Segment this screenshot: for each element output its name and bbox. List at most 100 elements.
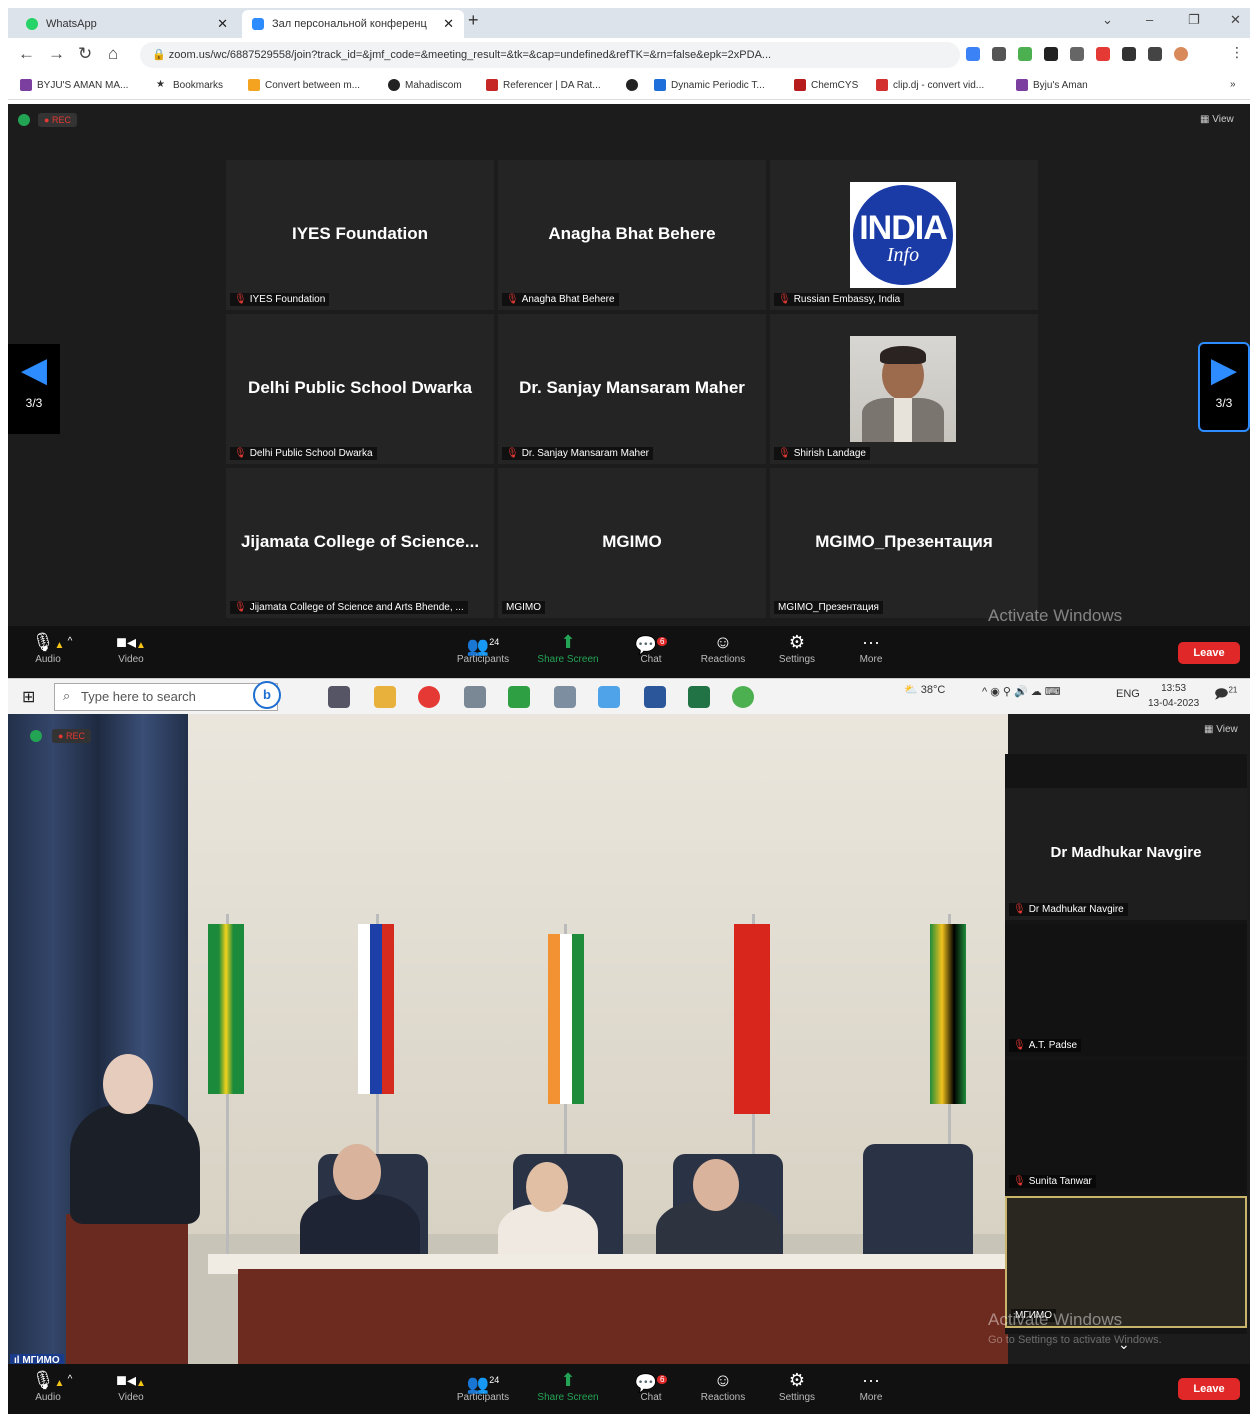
chat-button[interactable]: 💬 6 Chat (616, 630, 686, 665)
kebab-menu-icon[interactable]: ⋮ (1230, 44, 1244, 61)
video-tile[interactable]: MGIMO MGIMO (498, 468, 766, 618)
reactions-button[interactable]: ☺ Reactions (688, 630, 758, 665)
video-tile[interactable]: IYES Foundation 🎙 IYES Foundation (226, 160, 494, 310)
back-icon[interactable]: ← (18, 44, 35, 64)
video-tile[interactable]: 🎙 Sunita Tanwar (1005, 1060, 1247, 1192)
video-tile[interactable]: Jijamata College of Science... 🎙 Jijamata… (226, 468, 494, 618)
leave-button[interactable]: Leave (1178, 1378, 1240, 1400)
more-button[interactable]: ··· More (836, 630, 906, 665)
meeting-toolbar: 🎙▲ Audio ^ ■◂▲ Video 👥24 Participants ⬆ Shar… (8, 1364, 1250, 1414)
settings-button[interactable]: ⚙ Settings (762, 1368, 832, 1403)
view-button[interactable]: ▦ View (1204, 724, 1238, 735)
audio-options-caret[interactable]: ^ (60, 1368, 80, 1392)
extension-icon[interactable] (1070, 47, 1084, 61)
flag-russia (358, 924, 394, 1094)
taskbar-search-input[interactable]: ⌕ Type here to search b (54, 681, 281, 711)
language-indicator[interactable]: ENG (1116, 688, 1140, 700)
settings-button[interactable]: ⚙ Settings (762, 630, 832, 665)
app-icon[interactable] (464, 686, 486, 708)
avatar[interactable] (1174, 47, 1188, 61)
tab-zoom[interactable]: Зал персональной конференц ✕ (242, 10, 464, 38)
extension-icon[interactable] (992, 47, 1006, 61)
bookmark-item[interactable]: ★ Bookmarks (156, 79, 223, 91)
bookmark-item[interactable]: clip.dj - convert vid... (876, 79, 984, 91)
reactions-button[interactable]: ☺ Reactions (688, 1368, 758, 1403)
bookmark-item[interactable]: BYJU'S AMAN MA... (20, 79, 128, 91)
bookmark-item[interactable]: Dynamic Periodic T... (654, 79, 765, 91)
extension-icon[interactable] (1044, 47, 1058, 61)
bookmark-item[interactable]: Referencer | DA Rat... (486, 79, 601, 91)
audio-options-caret[interactable]: ^ (60, 630, 80, 654)
word-icon[interactable] (644, 686, 666, 708)
chevron-down-icon[interactable]: ⌄ (1118, 1336, 1130, 1353)
view-button[interactable]: ▦ View (1200, 114, 1234, 125)
calculator-icon[interactable] (554, 686, 576, 708)
video-tile[interactable]: INDIA Info 🎙 Russian Embassy, India (770, 160, 1038, 310)
participants-button[interactable]: 👥24 Participants (448, 1368, 518, 1403)
sidepanel-icon[interactable] (1148, 47, 1162, 61)
video-tile[interactable]: MGIMO_Презентация MGIMO_Презентация (770, 468, 1038, 618)
close-window-icon[interactable]: ✕ (1230, 12, 1241, 28)
new-tab-icon[interactable]: + (468, 10, 479, 31)
video-tile-active[interactable]: МГИМО (1005, 1196, 1247, 1328)
video-tile[interactable]: 🎙 A.T. Padse (1005, 924, 1247, 1056)
video-tile[interactable]: Delhi Public School Dwarka 🎙 Delhi Public… (226, 314, 494, 464)
minimize-icon[interactable]: – (1146, 12, 1153, 27)
extension-icon[interactable] (1096, 47, 1110, 61)
app-icon[interactable] (598, 686, 620, 708)
video-tile[interactable]: Dr. Sanjay Mansaram Maher 🎙 Dr. Sanjay Ma… (498, 314, 766, 464)
home-icon[interactable]: ⌂ (108, 44, 118, 64)
label-text: Jijamata College of Science and Arts Bhe… (249, 602, 464, 613)
gear-icon: ⚙ (788, 632, 806, 652)
video-tile[interactable]: Dr Madhukar Navgire 🎙 Dr Madhukar Navgire (1005, 788, 1247, 920)
tab-whatsapp[interactable]: WhatsApp ✕ (16, 10, 238, 38)
windows-start-icon[interactable]: ⊞ (22, 687, 35, 707)
chrome-icon[interactable] (418, 686, 440, 708)
puzzle-icon[interactable] (1122, 47, 1136, 61)
clock[interactable]: 13:53 13-04-2023 (1148, 681, 1199, 711)
chat-button[interactable]: 💬 6 Chat (616, 1368, 686, 1403)
video-button[interactable]: ■◂▲ Video (96, 1368, 166, 1403)
encryption-shield-icon[interactable] (18, 114, 30, 126)
bing-icon[interactable]: b (253, 681, 281, 709)
bookmark-item[interactable]: Byju's Aman (1016, 79, 1088, 91)
extension-icon[interactable] (966, 47, 980, 61)
chrome-icon[interactable] (732, 686, 754, 708)
notification-icon[interactable]: 🗩21 (1214, 685, 1237, 707)
bookmark-item[interactable]: Convert between m... (248, 79, 360, 91)
video-tile[interactable]: 🎙 Shirish Landage (770, 314, 1038, 464)
next-page-button[interactable]: ▶ 3/3 (1198, 342, 1250, 432)
app-icon[interactable] (508, 686, 530, 708)
chevron-down-icon[interactable]: ⌄ (1102, 12, 1113, 28)
system-tray-icons[interactable]: ^ ◉ ⚲ 🔊 ☁ ⌨ (982, 685, 1061, 698)
task-view-icon[interactable] (328, 686, 350, 708)
video-tile[interactable]: Anagha Bhat Behere 🎙 Anagha Bhat Behere (498, 160, 766, 310)
close-tab-icon[interactable]: ✕ (217, 16, 228, 32)
close-tab-icon[interactable]: ✕ (443, 16, 454, 32)
video-button[interactable]: ■◂▲ Video (96, 630, 166, 665)
muted-mic-icon: 🎙 (234, 294, 247, 305)
label-text: MGIMO (506, 602, 541, 613)
leave-button[interactable]: Leave (1178, 642, 1240, 664)
bookmark-item[interactable]: Mahadiscom (388, 79, 462, 91)
more-bookmarks-icon[interactable]: » (1230, 79, 1236, 90)
previous-page-button[interactable]: ◀ 3/3 (8, 344, 60, 434)
share-screen-button[interactable]: ⬆ Share Screen (533, 630, 603, 665)
participants-button[interactable]: 👥24 Participants (448, 630, 518, 665)
more-button[interactable]: ··· More (836, 1368, 906, 1403)
file-explorer-icon[interactable] (374, 686, 396, 708)
weather-widget[interactable]: ⛅ 38°C (904, 683, 945, 696)
bookmark-item[interactable] (626, 79, 643, 91)
share-screen-button[interactable]: ⬆ Share Screen (533, 1368, 603, 1403)
restore-icon[interactable]: ❐ (1188, 12, 1200, 28)
encryption-shield-icon[interactable] (30, 730, 42, 742)
page-indicator: 3/3 (25, 396, 43, 410)
reload-icon[interactable]: ↻ (78, 44, 92, 64)
forward-icon[interactable]: → (48, 44, 65, 64)
address-bar[interactable]: 🔒 zoom.us/wc/6887529558/join?track_id=&j… (140, 42, 960, 68)
browser-nav-bar: ← → ↻ ⌂ 🔒 zoom.us/wc/6887529558/join?tra… (8, 38, 1250, 72)
extension-icon[interactable] (1018, 47, 1032, 61)
bookmark-item[interactable]: ChemCYS (794, 79, 858, 91)
excel-icon[interactable] (688, 686, 710, 708)
reactions-label: Reactions (700, 1392, 746, 1403)
